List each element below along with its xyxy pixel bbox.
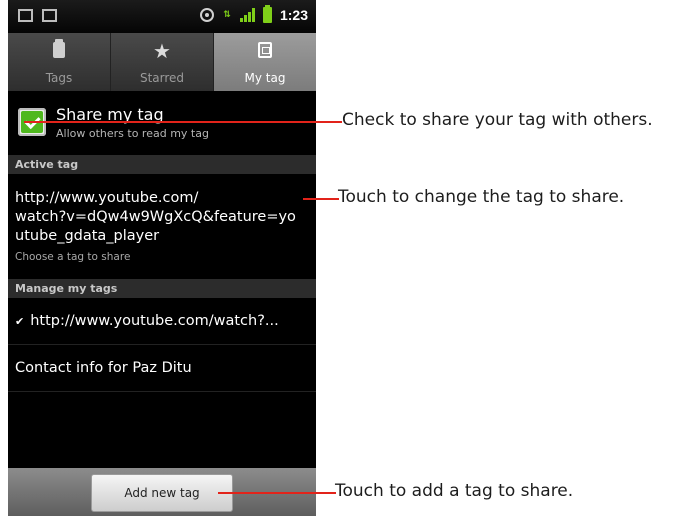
list-item-label: Contact info for Paz Ditu bbox=[15, 360, 192, 376]
active-tag-url-line: utube_gdata_player bbox=[15, 228, 160, 244]
active-tag-hint: Choose a tag to share bbox=[15, 251, 131, 263]
callout-change: Touch to change the tag to share. bbox=[338, 187, 625, 207]
callout-line bbox=[24, 121, 342, 123]
tab-label: Starred bbox=[139, 71, 185, 85]
phone-screen: ⇅ 1:23 Tags ★ Starred My tag Share my ta… bbox=[8, 0, 316, 516]
star-icon: ★ bbox=[153, 39, 171, 63]
list-item-label: http://www.youtube.com/watch?... bbox=[30, 313, 279, 329]
active-tag-url: http://www.youtube.com/ watch?v=dQw4w9Wg… bbox=[15, 189, 313, 246]
tab-bar: Tags ★ Starred My tag bbox=[8, 33, 316, 91]
active-tag-url-line: http://www.youtube.com/ bbox=[15, 190, 199, 206]
tab-label: My tag bbox=[244, 71, 286, 85]
gps-icon bbox=[199, 8, 214, 22]
callout-share: Check to share your tag with others. bbox=[342, 110, 653, 130]
callout-add: Touch to add a tag to share. bbox=[335, 481, 574, 501]
tab-tags[interactable]: Tags bbox=[8, 33, 111, 91]
list-item[interactable]: ✔ http://www.youtube.com/watch?... bbox=[8, 298, 316, 345]
tab-my-tag[interactable]: My tag bbox=[214, 33, 316, 91]
callout-line bbox=[218, 492, 336, 494]
check-icon: ✔ bbox=[15, 315, 25, 328]
active-tag-header: Active tag bbox=[8, 155, 316, 174]
active-tag-url-line: watch?v=dQw4w9WgXcQ&feature=yo bbox=[15, 209, 296, 225]
tag-icon bbox=[53, 39, 65, 58]
signal-icon bbox=[239, 8, 255, 22]
share-subtitle: Allow others to read my tag bbox=[56, 127, 209, 140]
tab-label: Tags bbox=[45, 71, 73, 85]
active-tag-row[interactable]: http://www.youtube.com/ watch?v=dQw4w9Wg… bbox=[8, 176, 316, 270]
battery-icon bbox=[262, 5, 272, 23]
data-transfer-icon: ⇅ bbox=[223, 9, 231, 20]
my-tag-icon bbox=[258, 42, 272, 58]
list-item[interactable]: Contact info for Paz Ditu bbox=[8, 345, 316, 392]
callout-line bbox=[303, 198, 339, 200]
mail-notification-icon bbox=[18, 9, 33, 22]
calendar-notification-icon bbox=[42, 9, 57, 22]
status-bar: ⇅ 1:23 bbox=[8, 0, 316, 33]
add-new-tag-button[interactable]: Add new tag bbox=[91, 474, 233, 512]
tab-starred[interactable]: ★ Starred bbox=[111, 33, 214, 91]
manage-tags-header: Manage my tags bbox=[8, 279, 316, 298]
status-clock: 1:23 bbox=[279, 7, 308, 23]
